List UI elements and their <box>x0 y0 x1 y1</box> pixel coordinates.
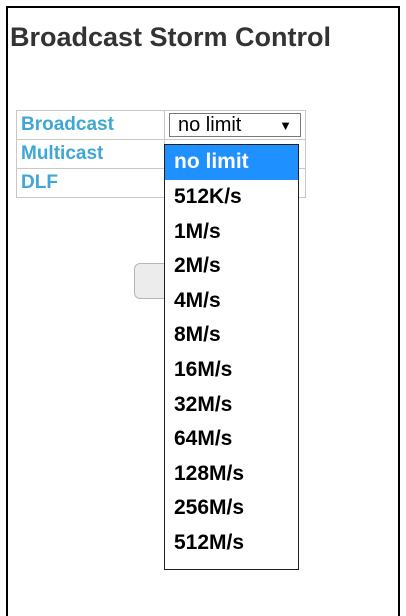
dropdown-arrow-icon: ▼ <box>279 118 292 133</box>
broadcast-label: Broadcast <box>16 110 165 140</box>
dropdown-option[interactable]: 128M/s <box>165 457 298 492</box>
dropdown-option[interactable]: 64M/s <box>165 422 298 457</box>
broadcast-select[interactable]: no limit ▼ <box>169 113 301 137</box>
dropdown-option[interactable]: 8M/s <box>165 318 298 353</box>
dropdown-option[interactable]: 512M/s <box>165 526 298 561</box>
dropdown-option[interactable]: 32M/s <box>165 388 298 423</box>
broadcast-select-value: no limit <box>178 113 242 136</box>
dropdown-option[interactable]: no limit <box>165 145 298 180</box>
dlf-label: DLF <box>16 168 165 198</box>
broadcast-value-cell: no limit ▼ <box>164 110 306 140</box>
table-row-broadcast: Broadcast no limit ▼ <box>16 110 306 140</box>
dropdown-option[interactable]: 1M/s <box>165 215 298 250</box>
dropdown-option[interactable]: 16M/s <box>165 353 298 388</box>
dropdown-option[interactable]: 4M/s <box>165 284 298 319</box>
dropdown-option[interactable]: 2M/s <box>165 249 298 284</box>
broadcast-dropdown-list[interactable]: no limit 512K/s 1M/s 2M/s 4M/s 8M/s 16M/… <box>164 144 299 570</box>
dropdown-option[interactable]: 256M/s <box>165 491 298 526</box>
dropdown-option[interactable]: 512K/s <box>165 180 298 215</box>
multicast-label: Multicast <box>16 139 165 169</box>
page-title: Broadcast Storm Control <box>10 22 332 52</box>
